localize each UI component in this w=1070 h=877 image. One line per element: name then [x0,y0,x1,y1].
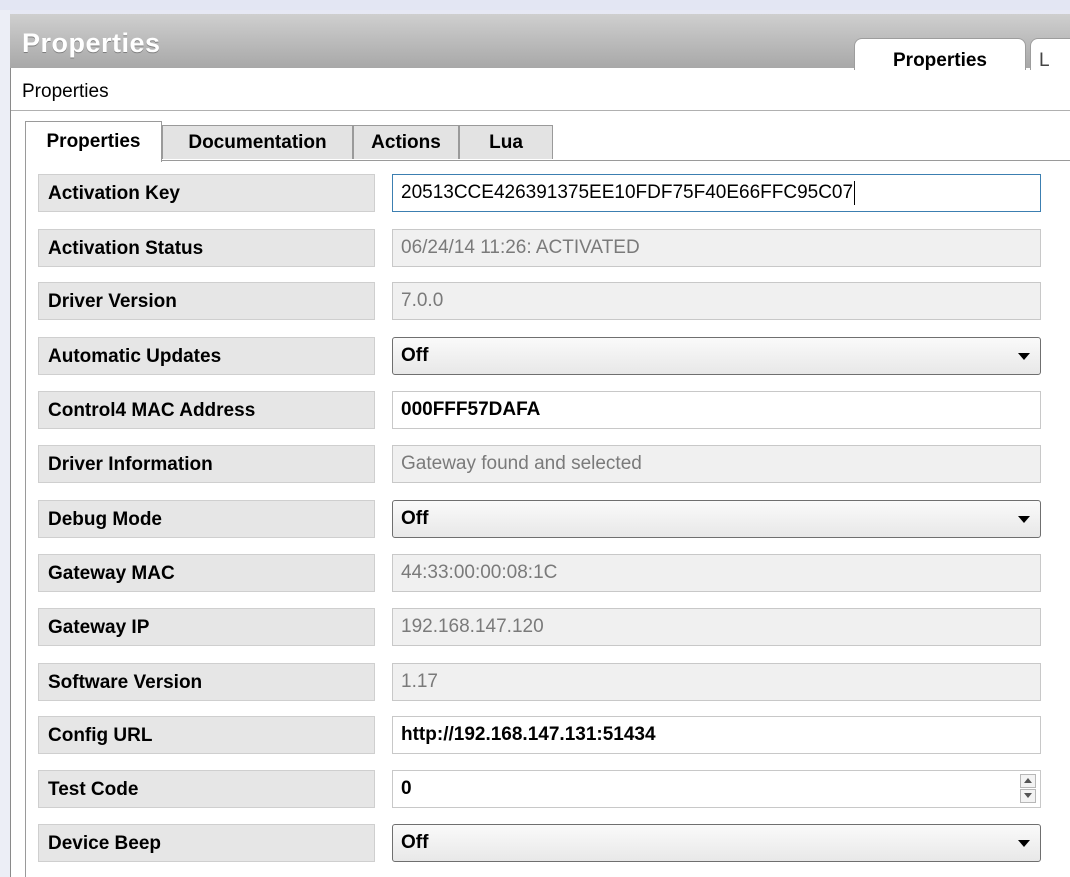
text-caret [854,180,856,205]
config-url-input[interactable]: http://192.168.147.131:51434 [392,716,1041,754]
label-activation-key: Activation Key [38,174,375,212]
control4-mac-input[interactable]: 000FFF57DAFA [392,391,1041,429]
tab-actions[interactable]: Actions [353,125,459,159]
device-beep-select[interactable]: Off [392,824,1041,862]
label-device-beep: Device Beep [38,824,375,862]
label-software-version: Software Version [38,663,375,701]
activation-key-input[interactable]: 20513CCE426391375EE10FDF75F40E66FFC95C07 [392,174,1041,212]
activation-status-field: 06/24/14 11:26: ACTIVATED [392,229,1041,267]
label-test-code: Test Code [38,770,375,808]
software-version-field: 1.17 [392,663,1041,701]
automatic-updates-select[interactable]: Off [392,337,1041,375]
label-activation-status: Activation Status [38,229,375,267]
subheader-divider [11,110,1070,111]
panel-title: Properties [22,28,161,58]
test-code-value: 0 [401,778,412,799]
test-code-stepper[interactable]: 0 [392,770,1041,808]
chevron-down-icon [1018,353,1030,360]
tab-baseline [25,160,1070,161]
automatic-updates-value: Off [401,345,429,366]
spin-down-icon[interactable] [1020,789,1036,803]
label-debug-mode: Debug Mode [38,500,375,538]
content-left-border [25,160,26,877]
chevron-down-icon [1018,516,1030,523]
debug-mode-value: Off [401,508,429,529]
label-gateway-mac: Gateway MAC [38,554,375,592]
spin-up-icon[interactable] [1020,774,1036,788]
chevron-down-icon [1018,840,1030,847]
label-control4-mac: Control4 MAC Address [38,391,375,429]
debug-mode-select[interactable]: Off [392,500,1041,538]
label-driver-version: Driver Version [38,282,375,320]
gateway-mac-field: 44:33:00:00:08:1C [392,554,1041,592]
label-driver-information: Driver Information [38,445,375,483]
tab-documentation[interactable]: Documentation [162,125,353,159]
label-automatic-updates: Automatic Updates [38,337,375,375]
top-strip [0,0,1070,10]
driver-information-field: Gateway found and selected [392,445,1041,483]
spin-buttons [1020,774,1036,804]
panel-titlebar: Properties Properties L [10,14,1070,83]
driver-version-field: 7.0.0 [392,282,1041,320]
tab-lua[interactable]: Lua [459,125,553,159]
label-gateway-ip: Gateway IP [38,608,375,646]
gateway-ip-field: 192.168.147.120 [392,608,1041,646]
device-beep-value: Off [401,832,429,853]
tab-properties[interactable]: Properties [25,121,162,162]
label-config-url: Config URL [38,716,375,754]
subheader-label: Properties [11,70,1070,110]
left-frame [0,10,10,877]
activation-key-value: 20513CCE426391375EE10FDF75F40E66FFC95C07 [401,182,854,203]
